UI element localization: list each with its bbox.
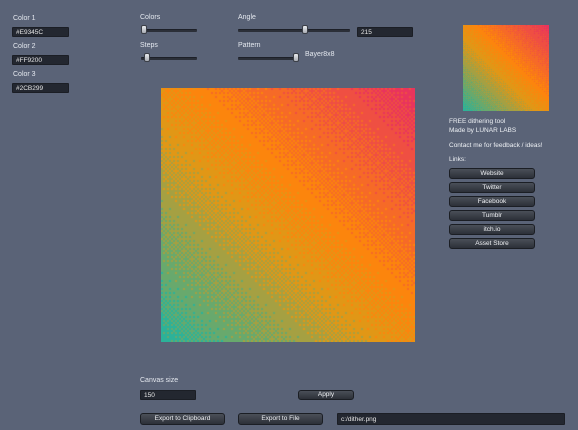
color3-label: Color 3 [13,71,36,78]
colors-slider-thumb[interactable] [140,25,147,34]
steps-slider-thumb[interactable] [143,53,150,62]
tumblr-button[interactable]: Tumblr [449,210,535,221]
info-contact: Contact me for feedback / ideas! [449,142,543,149]
color2-label: Color 2 [13,43,36,50]
pattern-value: Bayer8x8 [305,51,335,58]
angle-label: Angle [238,14,256,21]
info-made-by: Made by LUNAR LABS [449,127,517,134]
twitter-button[interactable]: Twitter [449,182,535,193]
facebook-button[interactable]: Facebook [449,196,535,207]
colors-label: Colors [140,14,161,21]
colors-slider[interactable] [140,25,197,35]
info-free-tool: FREE dithering tool [449,118,506,125]
pattern-slider[interactable] [238,53,299,63]
export-clipboard-button[interactable]: Export to Clipboard [140,413,225,425]
steps-slider[interactable] [141,53,197,63]
links-label: Links: [449,156,466,163]
angle-slider-thumb[interactable] [302,25,309,34]
color1-field[interactable]: #E9345C [12,27,69,37]
export-file-button[interactable]: Export to File [238,413,323,425]
color1-label: Color 1 [13,15,36,22]
angle-field[interactable]: 215 [357,27,413,37]
dither-canvas [161,88,415,342]
apply-button[interactable]: Apply [298,390,354,400]
canvas-size-field[interactable]: 150 [140,390,196,400]
itchio-button[interactable]: itch.io [449,224,535,235]
steps-label: Steps [140,42,158,49]
pattern-label: Pattern [238,42,261,49]
canvas-size-label: Canvas size [140,377,179,384]
color2-field[interactable]: #FF9200 [12,55,69,65]
color3-field[interactable]: #2CB299 [12,83,69,93]
pattern-slider-thumb[interactable] [293,53,299,62]
angle-slider[interactable] [238,25,350,35]
website-button[interactable]: Website [449,168,535,179]
file-path-field[interactable]: c:/dither.png [337,413,565,425]
asset-store-button[interactable]: Asset Store [449,238,535,249]
preview-thumbnail [463,25,549,111]
